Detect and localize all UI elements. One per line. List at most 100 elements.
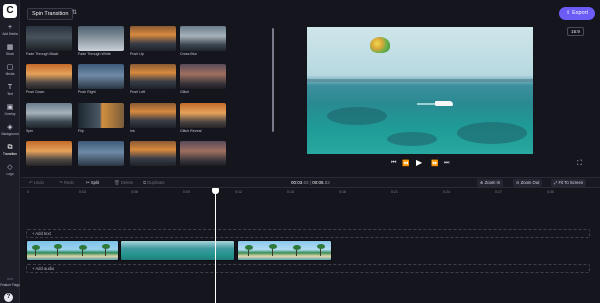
ruler-tick: 0:06 [131,190,138,194]
rewind-icon[interactable]: ⏪ [402,160,409,167]
zoom-in-button[interactable]: ⊕ Zoom In [477,179,504,187]
palm-frond [293,245,301,250]
transition-tile[interactable] [26,141,72,166]
sidebar-item-label: Transition [3,152,17,156]
transition-tile[interactable] [78,26,124,51]
app-logo[interactable]: C [3,4,17,18]
transition-tile[interactable] [130,141,176,166]
transition-label: Push Up [130,52,144,56]
sidebar-item-stock[interactable]: ▦ Stock [0,44,20,56]
duplicate-icon: ⧉ [143,180,147,185]
sidebar-item-label: Add Media [2,32,18,36]
delete-button[interactable]: 🗑Delete [114,180,133,186]
add-audio-button[interactable]: + Add audio [32,266,54,271]
skip-forward-icon[interactable]: ⏭ [444,160,449,167]
audio-track[interactable]: + Add audio [26,264,590,273]
duplicate-button[interactable]: ⧉Duplicate [143,180,165,185]
grid-scrollbar[interactable] [272,28,274,132]
rename-icon[interactable]: ⇅ [72,9,77,16]
transition-label: Cross Blur [180,52,197,56]
help-icon[interactable]: ? [4,293,13,302]
fullscreen-icon[interactable]: ⛶ [577,160,582,168]
transition-icon: ⧉ [7,144,13,151]
undo-icon: ↶ [29,180,33,185]
video-clip[interactable] [237,240,332,261]
undo-button[interactable]: ↶Undo [29,180,44,186]
transition-tile[interactable] [130,26,176,51]
transition-label: Flip [78,129,84,133]
sidebar-item-text[interactable]: T Text [0,84,20,96]
transition-tile[interactable] [26,64,72,89]
sidebar-item-media[interactable]: ▢ Media [0,64,20,76]
logo-icon: ◇ [7,164,13,171]
boat [435,101,453,106]
more-icon: ⋯ [7,277,13,283]
transition-tile[interactable] [26,26,72,51]
transition-label: Glitch Reveal [180,129,202,133]
sidebar-item-label: Feature Flags [0,283,20,287]
transition-tile[interactable] [130,103,176,128]
export-button[interactable]: ⇪ Export [559,7,595,20]
forward-icon[interactable]: ⏩ [431,160,438,167]
transition-label: Fade Through White [78,52,111,56]
plus-icon: + [7,24,13,31]
sidebar-item-add-media[interactable]: + Add Media [0,24,20,36]
palm-frond [79,245,87,250]
redo-button[interactable]: ↷Redo [59,180,74,186]
add-text-button[interactable]: + Add text [32,231,51,236]
ruler-tick: 0:18 [339,190,346,194]
transition-tile[interactable] [180,26,226,51]
transition-tile[interactable] [130,64,176,89]
playhead-handle[interactable] [212,188,219,194]
ruler-tick: 0:30 [547,190,554,194]
sidebar-item-transition[interactable]: ⧉ Transition [0,144,20,156]
transition-tile[interactable] [78,103,124,128]
transition-label: Spin [26,129,34,133]
text-track[interactable]: + Add text [26,229,590,238]
transitions-grid: Fade Through Black Fade Through White Pu… [26,26,226,166]
video-clip[interactable] [26,240,119,261]
project-title[interactable]: Spin Transition [27,8,74,20]
sidebar-item-background[interactable]: ◈ Background [0,124,20,136]
sidebar-item-label: Media [5,72,15,76]
palm-frond [102,244,110,249]
split-button[interactable]: ✂Split [86,180,99,186]
sidebar-item-label: Text [7,92,13,96]
sidebar-item-label: Logo [6,172,14,176]
ruler-tick: 0:27 [495,190,502,194]
sidebar-item-label: Overlay [4,112,16,116]
scissors-icon: ✂ [86,180,90,185]
ruler-tick: 0:09 [183,190,190,194]
transition-tile[interactable] [180,141,226,166]
sidebar-item-label: Background [1,132,19,136]
sidebar-item-overlay[interactable]: ▣ Overlay [0,104,20,116]
zoom-out-button[interactable]: ⊖ Zoom Out [513,179,543,187]
timeline-ruler[interactable]: 0 0:03 0:06 0:09 0:12 0:15 0:18 0:21 0:2… [21,189,600,198]
background-icon: ◈ [7,124,13,131]
left-sidebar: C + Add Media ▦ Stock ▢ Media T Text ▣ O… [0,0,20,303]
palm-frond [32,245,40,250]
fit-to-screen-button[interactable]: ⤢ Fit To Screen [551,179,587,187]
transition-tile[interactable] [78,64,124,89]
sidebar-item-feature-flags[interactable]: ⋯ Feature Flags [0,276,20,287]
transition-tile[interactable] [180,103,226,128]
video-clip[interactable] [120,240,235,261]
transition-tile[interactable] [180,64,226,89]
playhead[interactable] [215,190,216,303]
video-preview[interactable] [307,27,533,154]
sidebar-item-logo[interactable]: ◇ Logo [0,164,20,176]
time-readout: 00:03.63 | 00:05.83 [291,180,330,185]
redo-icon: ↷ [59,180,63,185]
ruler-tick: 0 [27,190,29,194]
transition-label: Glitch [180,90,190,94]
palm-frond [269,244,277,249]
text-icon: T [7,84,13,91]
ruler-tick: 0:12 [235,190,242,194]
aspect-ratio-button[interactable]: 16:9 [567,27,584,36]
ruler-tick: 0:15 [287,190,294,194]
transition-label: Push Left [130,90,146,94]
transition-tile[interactable] [26,103,72,128]
skip-back-icon[interactable]: ⏮ [391,160,396,167]
transition-tile[interactable] [78,141,124,166]
play-icon[interactable]: ▶ [416,158,422,167]
